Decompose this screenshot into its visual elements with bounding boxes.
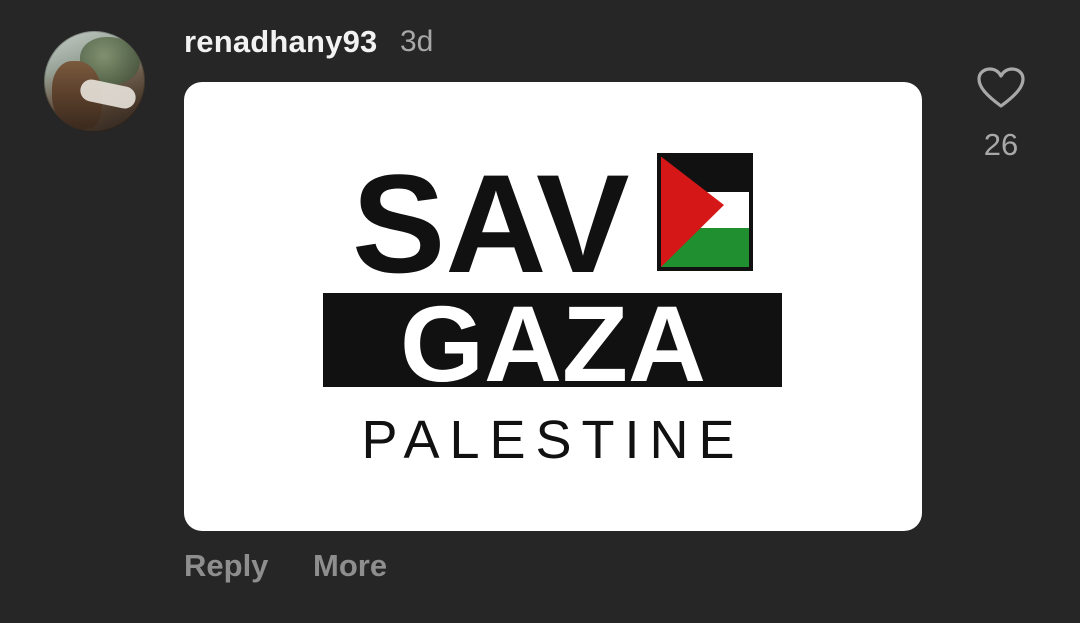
- graphic-line-1: SAV: [352, 145, 629, 302]
- reply-button[interactable]: Reply: [184, 548, 268, 584]
- palestine-flag-e: [657, 153, 753, 271]
- timestamp: 3d: [400, 25, 434, 58]
- more-button[interactable]: More: [313, 548, 387, 584]
- graphic-line-2: GAZA: [400, 283, 706, 404]
- save-gaza-graphic: SAV GAZA PALESTINE: [323, 145, 782, 470]
- like-button[interactable]: [972, 62, 1030, 114]
- avatar[interactable]: [44, 31, 145, 132]
- heart-icon: [977, 67, 1025, 108]
- like-count: 26: [983, 127, 1019, 162]
- gaza-band: GAZA: [323, 283, 782, 404]
- username[interactable]: renadhany93: [184, 24, 377, 60]
- comment-image[interactable]: SAV GAZA PALESTINE: [184, 82, 922, 531]
- graphic-line-3: PALESTINE: [361, 410, 744, 470]
